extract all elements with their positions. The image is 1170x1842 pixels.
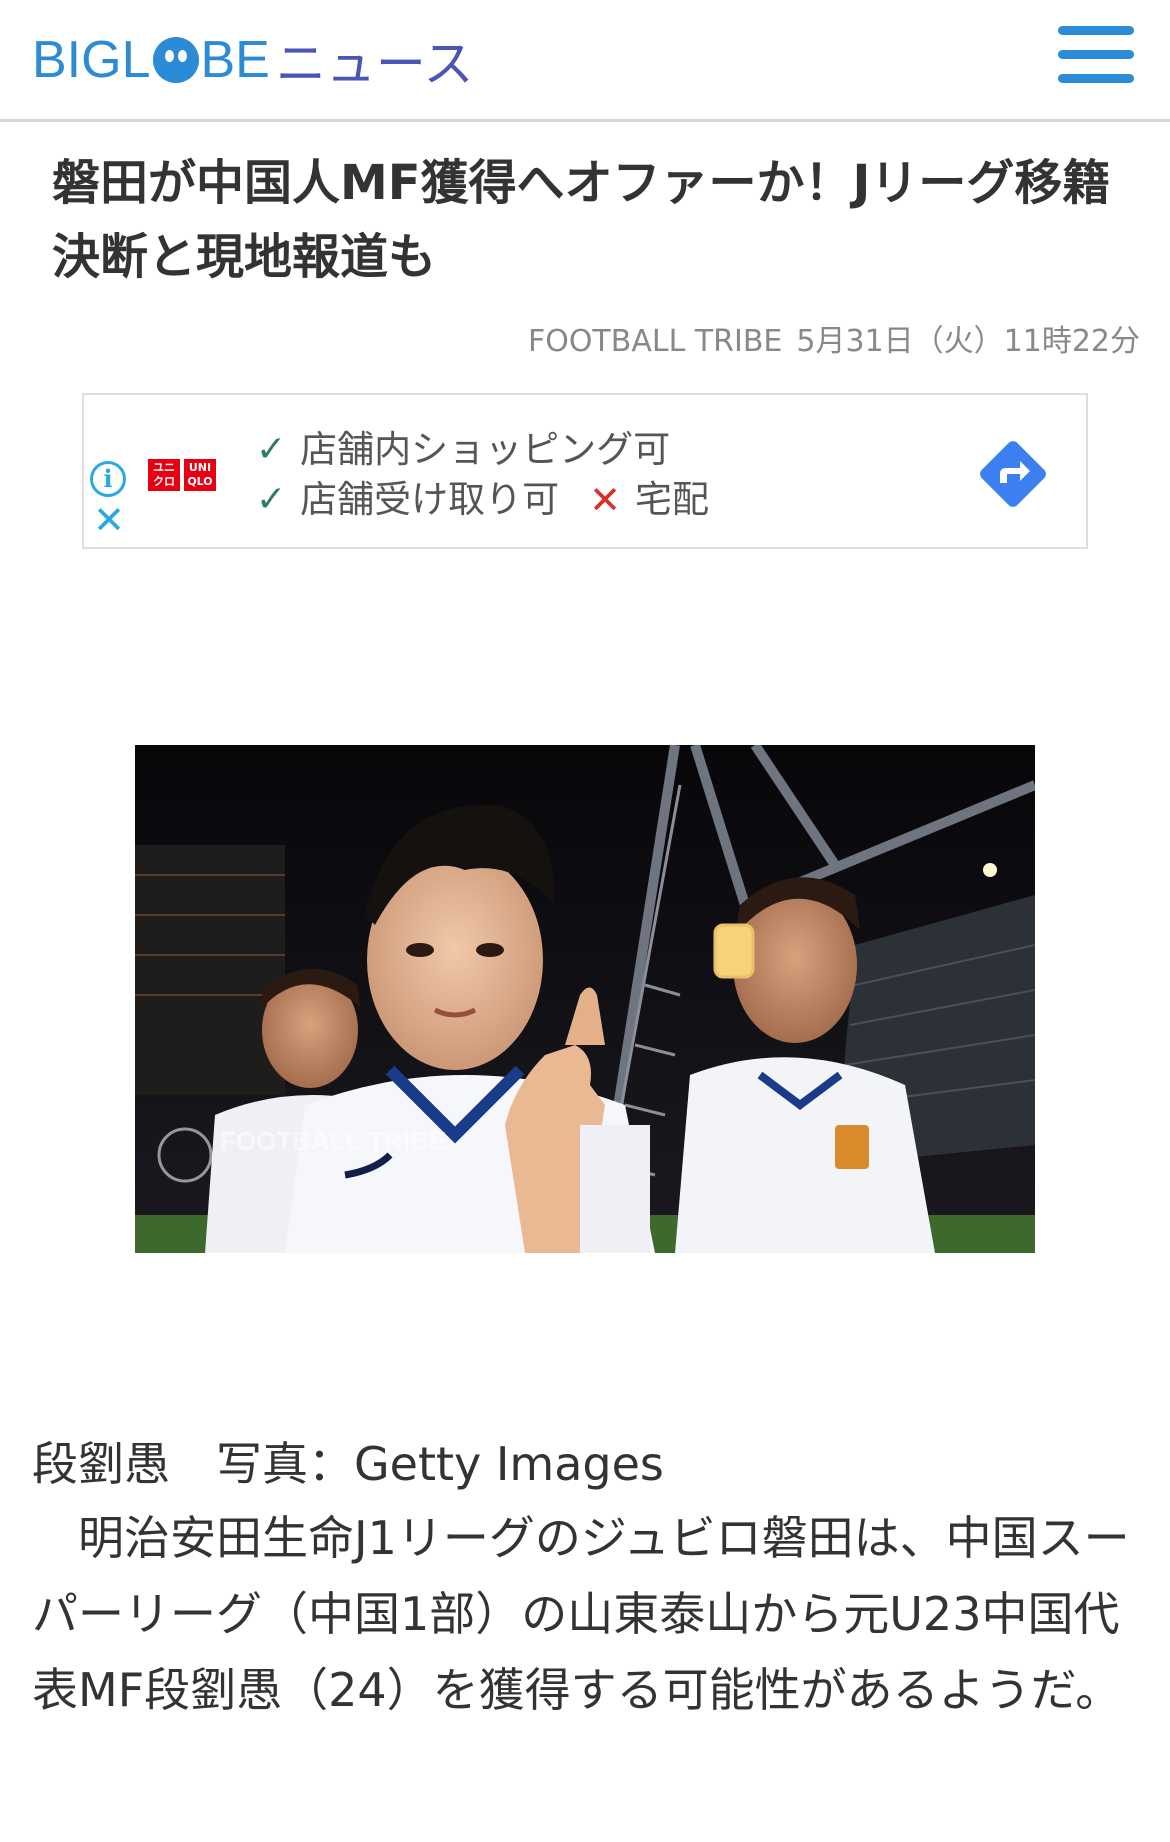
ad-delivery-text: 宅配 [635,478,710,521]
hamburger-menu-icon[interactable] [1058,26,1134,84]
info-icon[interactable]: i [90,461,126,497]
biglobe-news-logo[interactable]: BIGL BE ニュース [32,24,473,96]
ad-instore-text: 店舗内ショッピング可 [300,428,671,471]
logo-brand-right: BE [200,31,270,89]
check-icon: ✓ [256,479,287,520]
svg-text:FOOTBALL TRIBE: FOOTBALL TRIBE [220,1126,446,1156]
uniqlo-logo-bottom: QLO [187,475,213,488]
photo-caption: 段劉愚 写真：Getty Images [32,1437,664,1491]
ad-pickup-text: 店舗受け取り可 [300,478,560,521]
advertisement-banner[interactable]: i ✕ ユニ クロ UNI QLO ✓ 店舗内ショッピング可 ✓ 店舗受け取り可 ✕… [82,393,1088,549]
article-meta: FOOTBALL TRIBE 5月31日（火）11時22分 [528,316,1140,360]
article-photo: FOOTBALL TRIBE [135,745,1035,1253]
ad-availability: ✓ 店舗内ショッピング可 ✓ 店舗受け取り可 ✕ 宅配 [256,425,709,525]
close-icon[interactable]: ✕ [92,501,126,539]
menu-bar [1058,74,1134,83]
cross-icon: ✕ [589,478,622,522]
uniqlo-logo: ユニ クロ UNI QLO [148,459,216,491]
logo-news-text: ニュース [275,35,474,93]
directions-arrow-icon[interactable] [970,431,1056,517]
menu-bar [1058,50,1134,59]
logo-o-mascot-icon [152,37,199,83]
site-header: BIGL BE ニュース [0,0,1170,122]
article-date: 5月31日（火）11時22分 [796,324,1140,359]
article-source[interactable]: FOOTBALL TRIBE [528,324,782,359]
menu-bar [1058,26,1134,35]
check-icon: ✓ [256,429,287,470]
uniqlo-logo-top: UNI [188,461,212,474]
article-body: 明治安田生命J1リーグのジュビロ磐田は、中国スーパーリーグ（中国1部）の山東泰山… [32,1511,1130,1717]
ad-line-instore: ✓ 店舗内ショッピング可 [256,425,709,475]
article-title: 磐田が中国人MF獲得へオファーか！Jリーグ移籍決断と現地報道も [52,155,1111,285]
logo-brand-left: BIGL [32,31,151,89]
uniqlo-logo-tile-latin: UNI QLO [184,459,216,491]
uniqlo-logo-tile-katakana: ユニ クロ [148,459,180,491]
photo-illustration: FOOTBALL TRIBE [135,745,1035,1253]
ad-line-pickup: ✓ 店舗受け取り可 ✕ 宅配 [256,475,709,525]
